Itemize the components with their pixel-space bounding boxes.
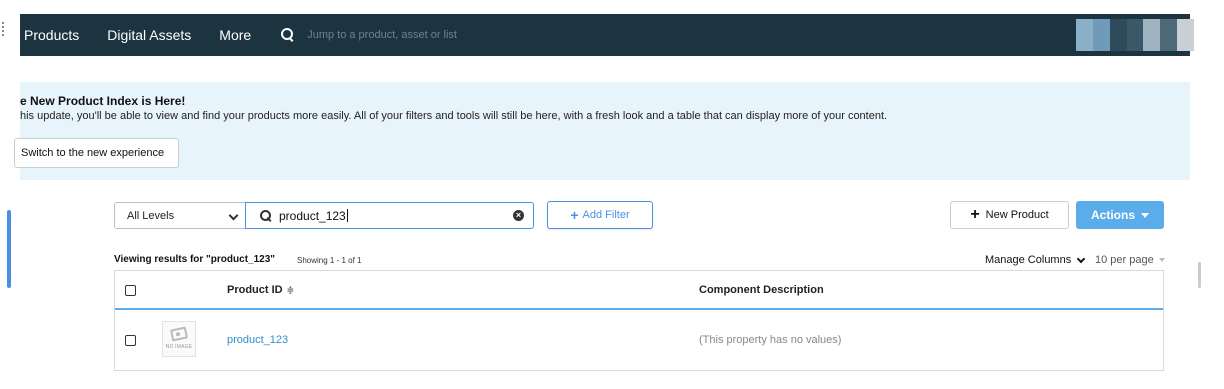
product-thumbnail[interactable]: NO IMAGE xyxy=(162,321,196,357)
per-page-select[interactable]: 10 per page xyxy=(1095,254,1165,266)
global-search xyxy=(281,28,608,42)
product-search-input[interactable]: product_123 × xyxy=(245,202,534,229)
viewing-results-text: Viewing results for "product_123" xyxy=(114,254,276,265)
add-filter-label: Add Filter xyxy=(582,209,630,221)
nav-item-digital-assets[interactable]: Digital Assets xyxy=(107,27,191,43)
column-header-component-description[interactable]: Component Description xyxy=(699,284,824,296)
page-scrollbar[interactable] xyxy=(1198,262,1201,288)
level-select[interactable]: All Levels xyxy=(114,202,246,229)
global-search-input[interactable] xyxy=(307,29,608,41)
per-page-label: 10 per page xyxy=(1095,254,1154,266)
announcement-banner: e New Product Index is Here! his update,… xyxy=(14,82,1190,180)
manage-columns-button[interactable]: Manage Columns xyxy=(985,254,1086,266)
new-product-label: New Product xyxy=(985,209,1049,221)
actions-label: Actions xyxy=(1090,208,1135,222)
column-header-product-id[interactable]: Product ID ≑ xyxy=(227,284,294,296)
caret-down-icon xyxy=(1141,212,1149,218)
product-search-value: product_123 xyxy=(279,208,346,223)
table-row: NO IMAGE product_123 (This property has … xyxy=(115,312,1163,370)
manage-columns-label: Manage Columns xyxy=(985,254,1072,266)
chevron-down-icon xyxy=(1076,254,1086,263)
select-all-checkbox[interactable] xyxy=(125,285,136,296)
component-description-cell: (This property has no values) xyxy=(699,334,842,346)
top-navigation: Products Digital Assets More xyxy=(20,14,1195,56)
row-checkbox[interactable] xyxy=(125,335,136,346)
image-placeholder-icon xyxy=(169,326,189,342)
table-header: Product ID ≑ Component Description xyxy=(115,271,1163,310)
user-avatar[interactable] xyxy=(1076,19,1195,51)
switch-experience-button[interactable]: Switch to the new experience xyxy=(14,138,180,168)
sort-icon[interactable]: ≑ xyxy=(287,285,295,296)
new-product-button[interactable]: + New Product xyxy=(950,201,1069,229)
actions-button[interactable]: Actions xyxy=(1076,201,1164,229)
banner-title: e New Product Index is Here! xyxy=(20,94,186,108)
level-select-value: All Levels xyxy=(127,209,175,222)
nav-item-more[interactable]: More xyxy=(219,27,251,43)
nav-item-products[interactable]: Products xyxy=(24,27,79,43)
chevron-down-icon xyxy=(228,210,239,221)
column-label-product-id: Product ID xyxy=(227,284,283,296)
caret-down-icon xyxy=(1158,258,1165,262)
plus-icon: + xyxy=(970,206,980,223)
text-caret xyxy=(346,209,348,222)
left-gutter xyxy=(0,0,20,389)
plus-icon: + xyxy=(570,207,579,223)
product-id-link[interactable]: product_123 xyxy=(227,334,288,346)
showing-count: Showing 1 - 1 of 1 xyxy=(297,256,362,265)
search-icon xyxy=(260,210,271,221)
clear-icon[interactable]: × xyxy=(513,210,524,221)
add-filter-button[interactable]: + Add Filter xyxy=(547,201,653,229)
results-table: Product ID ≑ Component Description NO IMA… xyxy=(114,270,1164,371)
banner-text: his update, you'll be able to view and f… xyxy=(20,110,888,122)
thumbnail-label: NO IMAGE xyxy=(165,344,193,350)
side-scroll-indicator[interactable] xyxy=(7,210,11,288)
search-icon[interactable] xyxy=(281,28,295,42)
drag-handle-icon[interactable] xyxy=(2,22,5,36)
